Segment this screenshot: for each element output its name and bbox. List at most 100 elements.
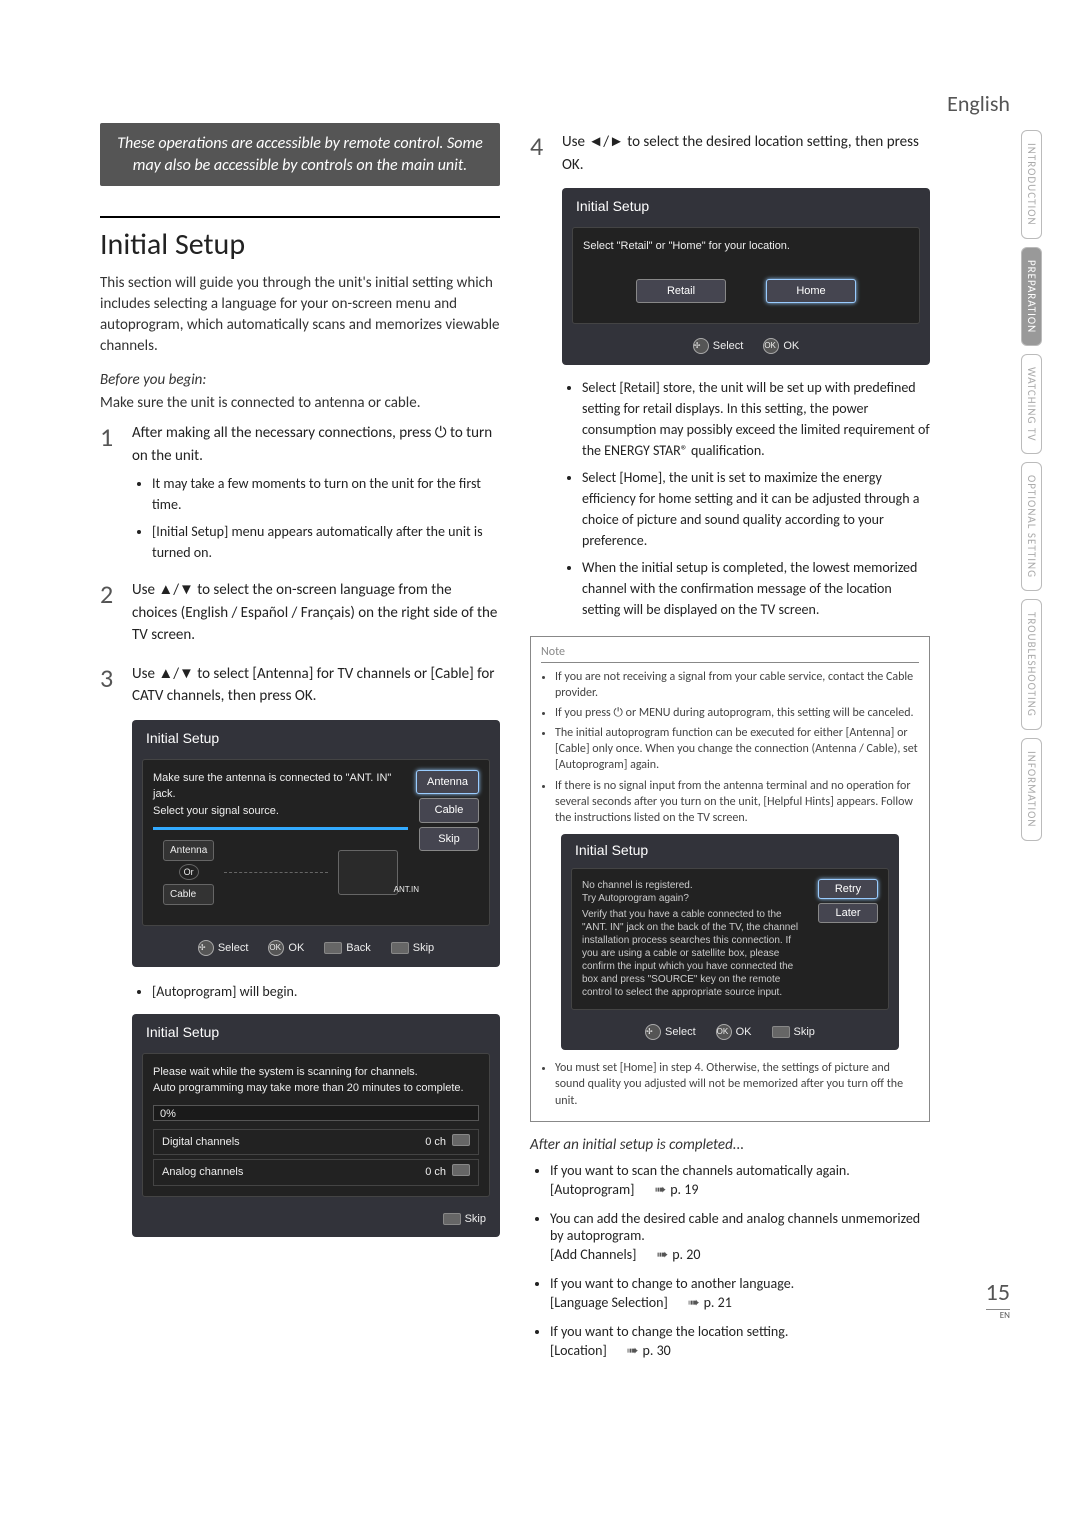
side-tabs: INTRODUCTION PREPARATION WATCHING TV OPT… xyxy=(1021,130,1042,841)
hints-l3: Verify that you have a cable connected t… xyxy=(582,908,808,999)
hints-select: Select xyxy=(665,1026,696,1038)
after-1: If you want to scan the channels automat… xyxy=(550,1162,930,1198)
after-setup-heading: After an initial setup is completed... xyxy=(530,1136,930,1154)
before-begin-text: Make sure the unit is connected to anten… xyxy=(100,393,500,414)
antenna-select-panel: Initial Setup Make sure the antenna is c… xyxy=(132,720,500,967)
after-3: If you want to change to another languag… xyxy=(550,1275,930,1311)
panel2-line2: Auto programming may take more than 20 m… xyxy=(153,1080,479,1097)
after-2-text: You can add the desired cable and analog… xyxy=(550,1210,920,1244)
or-badge: Or xyxy=(179,864,199,880)
step-1: After making all the necessary connectio… xyxy=(100,422,500,563)
note-5: You must set [Home] in step 4. Otherwise… xyxy=(555,1060,919,1109)
progress-pct: 0% xyxy=(160,1106,176,1122)
note-1: If you are not receiving a signal from y… xyxy=(555,669,919,701)
analog-count: 0 ch xyxy=(425,1164,446,1181)
step-4: Use ◄/► to select the desired location s… xyxy=(530,131,930,620)
hints-l1: No channel is registered. xyxy=(582,879,808,892)
dpad-icon: ✢ xyxy=(198,940,214,956)
step4-b3: When the initial setup is completed, the… xyxy=(582,557,930,620)
hints-title: Initial Setup xyxy=(561,834,899,862)
tab-information: INFORMATION xyxy=(1021,738,1042,841)
panel2-title: Initial Setup xyxy=(132,1014,500,1047)
step-1-text: After making all the necessary connectio… xyxy=(132,424,492,465)
panel2-skip: Skip xyxy=(465,1211,486,1228)
home-button[interactable]: Home xyxy=(766,279,856,304)
skip-icon-3 xyxy=(772,1026,790,1038)
after-4-ref: [Location] xyxy=(550,1342,607,1359)
later-button[interactable]: Later xyxy=(818,903,878,923)
antenna-diagram: Antenna Or Cable ANT.IN xyxy=(153,827,408,915)
panel1-back: Back xyxy=(346,940,370,957)
panel3-prompt: Select "Retail" or "Home" for your locat… xyxy=(583,238,909,255)
section-title: Initial Setup xyxy=(100,226,500,263)
panel3-select: Select xyxy=(713,338,744,355)
after-2-page: p. 20 xyxy=(656,1246,700,1263)
tab-watching-tv: WATCHING TV xyxy=(1021,354,1042,455)
after-4: If you want to change the location setti… xyxy=(550,1323,930,1359)
after-1-text: If you want to scan the channels automat… xyxy=(550,1162,850,1179)
after-2-ref: [Add Channels] xyxy=(550,1246,636,1263)
dpad-icon-3: ✢ xyxy=(645,1024,661,1040)
step-2: Use ▲/▼ to select the on-screen language… xyxy=(100,579,500,647)
step-4-text: Use ◄/► to select the desired location s… xyxy=(562,133,919,174)
tab-introduction: INTRODUCTION xyxy=(1021,130,1042,239)
page-number-value: 15 xyxy=(986,1278,1010,1307)
page-number: 15 EN xyxy=(986,1278,1010,1321)
back-icon xyxy=(324,942,342,954)
digital-count: 0 ch xyxy=(425,1134,446,1151)
panel3-title: Initial Setup xyxy=(562,188,930,221)
step-3-text: Use ▲/▼ to select [Antenna] for TV chann… xyxy=(132,665,495,706)
ok-icon: OK xyxy=(268,940,284,956)
retry-button[interactable]: Retry xyxy=(818,879,878,899)
language-label: English xyxy=(100,90,1010,117)
step-3: Use ▲/▼ to select [Antenna] for TV chann… xyxy=(100,663,500,1238)
digital-label: Digital channels xyxy=(162,1134,240,1151)
ok-icon-2: OK xyxy=(763,338,779,354)
intro-text: This section will guide you through the … xyxy=(100,273,500,357)
panel2-line1: Please wait while the system is scanning… xyxy=(153,1064,479,1081)
helpful-hints-panel: Initial Setup No channel is registered. … xyxy=(561,834,899,1050)
cable-button[interactable]: Cable xyxy=(419,798,479,823)
panel1-title: Initial Setup xyxy=(132,720,500,753)
location-select-panel: Initial Setup Select "Retail" or "Home" … xyxy=(562,188,930,365)
skip-icon xyxy=(391,942,409,954)
panel3-ok: OK xyxy=(783,338,799,355)
autoprogram-begin: [Autoprogram] will begin. xyxy=(152,981,500,1002)
note-4: If there is no signal input from the ant… xyxy=(555,778,919,827)
step-1-sub-a: It may take a few moments to turn on the… xyxy=(152,473,500,515)
ok-icon-3: OK xyxy=(716,1024,732,1040)
note-2: If you press ⏻ or MENU during autoprogra… xyxy=(555,705,919,721)
after-1-page: p. 19 xyxy=(654,1181,698,1198)
dpad-icon-2: ✢ xyxy=(693,338,709,354)
hints-l2: Try Autoprogram again? xyxy=(582,892,808,905)
after-3-text: If you want to change to another languag… xyxy=(550,1275,794,1292)
panel1-line1: Make sure the antenna is connected to "A… xyxy=(153,770,408,803)
skip-icon-2 xyxy=(443,1213,461,1225)
note-3: The initial autoprogram function can be … xyxy=(555,725,919,774)
antenna-box: Antenna xyxy=(163,840,214,861)
hints-ok: OK xyxy=(736,1026,752,1038)
analog-label: Analog channels xyxy=(162,1164,243,1181)
hints-skip: Skip xyxy=(794,1026,815,1038)
after-4-page: p. 30 xyxy=(627,1342,671,1359)
bar-icon xyxy=(452,1134,470,1146)
panel1-line2: Select your signal source. xyxy=(153,803,408,820)
after-2: You can add the desired cable and analog… xyxy=(550,1210,930,1263)
after-4-text: If you want to change the location setti… xyxy=(550,1323,788,1340)
antenna-button[interactable]: Antenna xyxy=(416,770,479,795)
cable-box: Cable xyxy=(163,884,214,905)
progress-bar: 0% xyxy=(153,1105,479,1121)
antin-label: ANT.IN xyxy=(394,884,419,896)
remote-controls-callout: These operations are accessible by remot… xyxy=(100,123,500,186)
retail-button[interactable]: Retail xyxy=(636,279,726,304)
panel1-ok: OK xyxy=(288,940,304,957)
note-title: Note xyxy=(541,645,919,663)
panel1-skip: Skip xyxy=(413,940,434,957)
tv-diagram: ANT.IN xyxy=(338,850,398,895)
tab-optional-setting: OPTIONAL SETTING xyxy=(1021,462,1042,591)
tab-troubleshooting: TROUBLESHOOTING xyxy=(1021,599,1042,730)
bar-icon-2 xyxy=(452,1164,470,1176)
autoprogram-progress-panel: Initial Setup Please wait while the syst… xyxy=(132,1014,500,1238)
step-1-sub-b: [Initial Setup] menu appears automatical… xyxy=(152,521,500,563)
skip-button[interactable]: Skip xyxy=(419,827,479,852)
